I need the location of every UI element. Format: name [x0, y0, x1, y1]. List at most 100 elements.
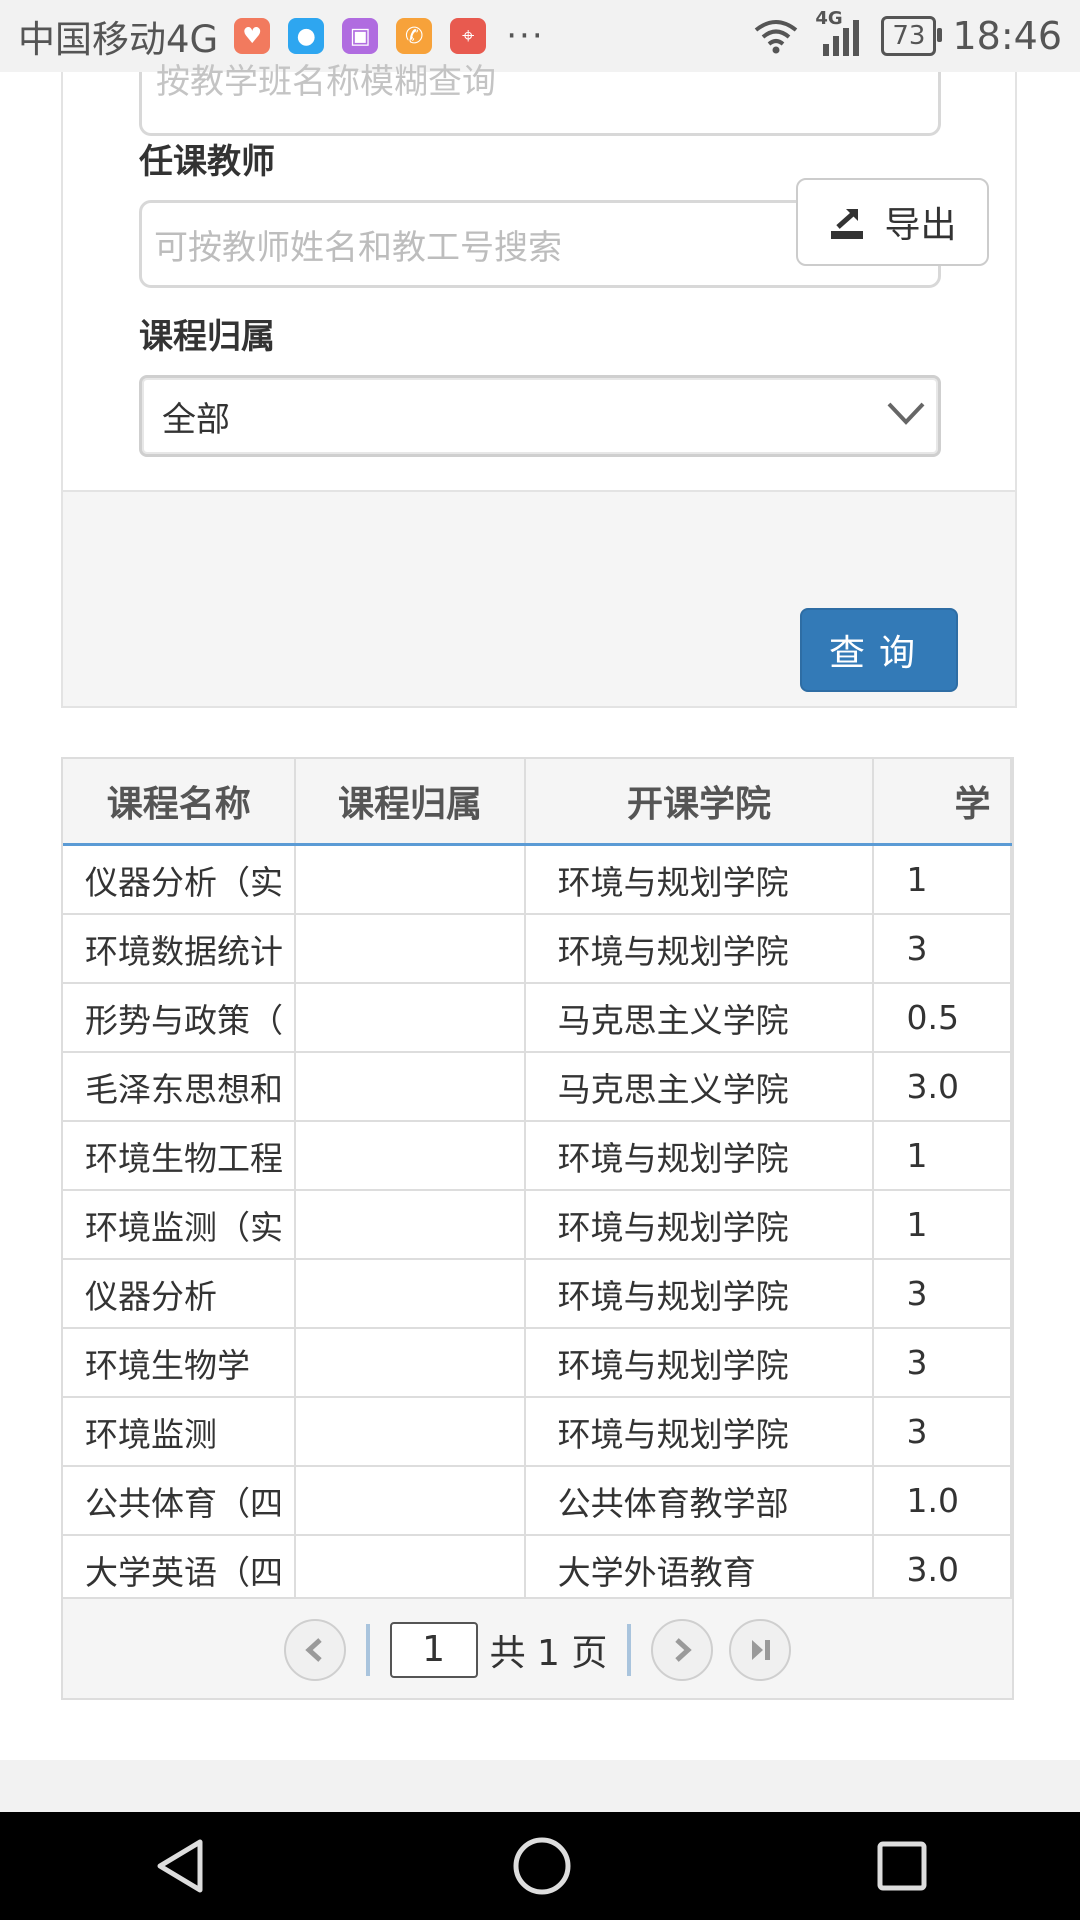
- signal-icon: 4G: [815, 8, 865, 58]
- column-header-credit[interactable]: 学: [873, 759, 1012, 846]
- college-cell: 环境与规划学院: [524, 914, 875, 984]
- last-page-button[interactable]: [729, 1618, 792, 1681]
- page-number-input[interactable]: 1: [389, 1621, 478, 1678]
- course-name-cell: 仪器分析: [63, 1259, 297, 1329]
- course-belong-cell: [295, 1535, 526, 1605]
- pager-divider: [365, 1623, 370, 1676]
- college-cell: 环境与规划学院: [524, 1190, 875, 1260]
- class-name-input[interactable]: 按教学班名称模糊查询: [139, 62, 941, 136]
- credit-cell: 3: [873, 1259, 1012, 1329]
- course-belong-cell: [295, 983, 526, 1053]
- health-app-icon: ♥: [234, 18, 271, 54]
- call-app-icon: ✆: [396, 18, 433, 54]
- total-pages-text: 共 1 页: [489, 1632, 608, 1674]
- credit-cell: 1: [873, 1121, 1012, 1191]
- column-header-course-name[interactable]: 课程名称: [63, 759, 297, 846]
- credit-cell: 1: [873, 844, 1012, 915]
- battery-icon: 73: [881, 16, 943, 56]
- export-label: 导出: [884, 205, 957, 246]
- course-name-cell: 环境生物工程: [63, 1121, 297, 1191]
- chevron-right-icon: [675, 1637, 693, 1662]
- course-name-cell: 环境生物学: [63, 1328, 297, 1398]
- teacher-label: 任课教师: [139, 142, 275, 182]
- next-page-button[interactable]: [651, 1618, 714, 1681]
- course-belong-cell: [295, 844, 526, 915]
- course-belong-cell: [295, 1190, 526, 1260]
- table-row[interactable]: 环境监测 环境与规划学院 3: [63, 1397, 1012, 1467]
- table-row[interactable]: 环境生物学 环境与规划学院 3: [63, 1328, 1012, 1398]
- home-icon[interactable]: [512, 1836, 572, 1896]
- results-table[interactable]: 课程名称 课程归属 开课学院 学 仪器分析（实 环境与规划学院 1 环境数据统计 环境与…: [61, 757, 1014, 1700]
- more-notifications-icon: ···: [506, 16, 545, 56]
- course-name-cell: 公共体育（四: [63, 1466, 297, 1536]
- prev-page-button[interactable]: [283, 1618, 346, 1681]
- table-row[interactable]: 仪器分析 环境与规划学院 3: [63, 1259, 1012, 1329]
- chevron-down-icon: [887, 402, 925, 425]
- college-cell: 环境与规划学院: [524, 844, 875, 915]
- table-row[interactable]: 大学英语（四 大学外语教育 3.0: [63, 1535, 1012, 1605]
- gallery-app-icon: ▣: [342, 18, 379, 54]
- table-row[interactable]: 仪器分析（实 环境与规划学院 1: [63, 844, 1012, 915]
- table-header-row: 课程名称 课程归属 开课学院 学: [63, 759, 1012, 846]
- course-name-cell: 环境监测（实: [63, 1190, 297, 1260]
- credit-cell: 1.0: [873, 1466, 1012, 1536]
- credit-cell: 3: [873, 1328, 1012, 1398]
- course-name-cell: 毛泽东思想和: [63, 1052, 297, 1122]
- college-cell: 公共体育教学部: [524, 1466, 875, 1536]
- recents-icon[interactable]: [876, 1840, 928, 1892]
- course-belong-cell: [295, 1259, 526, 1329]
- export-icon: [831, 209, 864, 239]
- course-belong-cell: [295, 1121, 526, 1191]
- export-button[interactable]: 导出: [796, 178, 989, 266]
- wifi-icon: [755, 20, 798, 54]
- table-row[interactable]: 公共体育（四 公共体育教学部 1.0: [63, 1466, 1012, 1536]
- message-app-icon: ●: [288, 18, 325, 54]
- back-icon[interactable]: [152, 1836, 208, 1896]
- college-cell: 大学外语教育: [524, 1535, 875, 1605]
- pagination: 1 共 1 页: [63, 1597, 1012, 1698]
- last-page-icon: [752, 1639, 771, 1660]
- pager-divider: [627, 1623, 632, 1676]
- course-name-cell: 仪器分析（实: [63, 844, 297, 915]
- course-name-cell: 形势与政策（: [63, 983, 297, 1053]
- credit-cell: 3: [873, 914, 1012, 984]
- college-cell: 马克思主义学院: [524, 983, 875, 1053]
- college-cell: 环境与规划学院: [524, 1328, 875, 1398]
- clock: 18:46: [952, 14, 1062, 58]
- course-name-cell: 大学英语（四: [63, 1535, 297, 1605]
- table-row[interactable]: 环境监测（实 环境与规划学院 1: [63, 1190, 1012, 1260]
- credit-cell: 0.5: [873, 983, 1012, 1053]
- battery-level: 73: [892, 21, 926, 51]
- table-row[interactable]: 形势与政策（ 马克思主义学院 0.5: [63, 983, 1012, 1053]
- course-name-cell: 环境数据统计: [63, 914, 297, 984]
- system-nav-bar: [0, 1812, 1080, 1920]
- college-cell: 马克思主义学院: [524, 1052, 875, 1122]
- map-app-icon: ⌖: [450, 18, 487, 54]
- college-cell: 环境与规划学院: [524, 1397, 875, 1467]
- college-cell: 环境与规划学院: [524, 1121, 875, 1191]
- credit-cell: 1: [873, 1190, 1012, 1260]
- table-row[interactable]: 毛泽东思想和 马克思主义学院 3.0: [63, 1052, 1012, 1122]
- course-name-cell: 环境监测: [63, 1397, 297, 1467]
- college-cell: 环境与规划学院: [524, 1259, 875, 1329]
- course-belong-cell: [295, 1466, 526, 1536]
- table-row[interactable]: 环境生物工程 环境与规划学院 1: [63, 1121, 1012, 1191]
- page-footer: [0, 1760, 1080, 1812]
- course-table: 课程名称 课程归属 开课学院 学 仪器分析（实 环境与规划学院 1 环境数据统计 环境与…: [63, 759, 1012, 1605]
- course-belong-value: 全部: [162, 399, 230, 440]
- course-belong-cell: [295, 914, 526, 984]
- credit-cell: 3.0: [873, 1535, 1012, 1605]
- course-belong-cell: [295, 1328, 526, 1398]
- column-header-college[interactable]: 开课学院: [524, 759, 875, 846]
- notification-icons: ♥ ● ▣ ✆ ⌖: [234, 18, 487, 54]
- course-belong-cell: [295, 1052, 526, 1122]
- course-belong-select[interactable]: 全部: [139, 375, 941, 457]
- course-belong-label: 课程归属: [139, 317, 275, 357]
- credit-cell: 3.0: [873, 1052, 1012, 1122]
- chevron-left-icon: [304, 1637, 322, 1662]
- class-name-placeholder: 按教学班名称模糊查询: [156, 62, 496, 102]
- teacher-placeholder: 可按教师姓名和教工号搜索: [154, 227, 562, 268]
- query-button[interactable]: 查询: [800, 608, 958, 692]
- column-header-course-belong[interactable]: 课程归属: [295, 759, 526, 846]
- table-row[interactable]: 环境数据统计 环境与规划学院 3: [63, 914, 1012, 984]
